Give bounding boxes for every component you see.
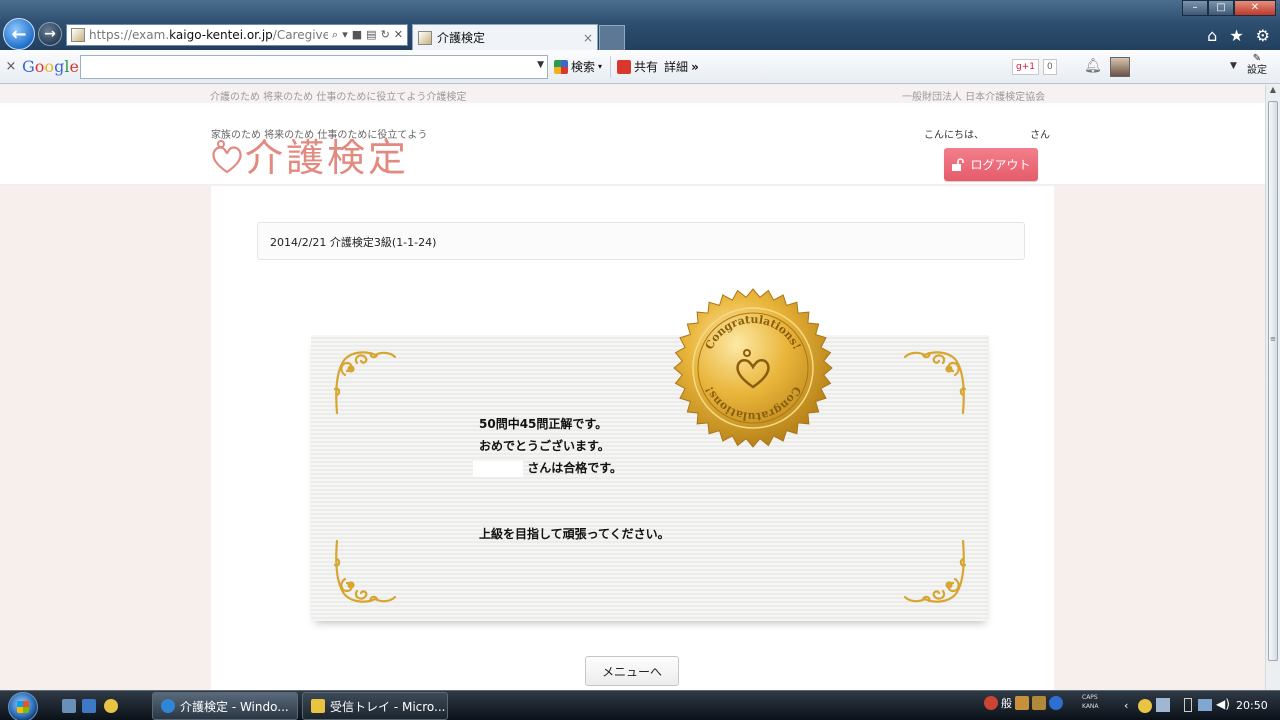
name-placeholder — [473, 460, 523, 477]
site-header: 家族のため 将来のため 仕事のために役立てよう 介護検定 こんにちは、 さん ログ… — [0, 103, 1265, 185]
scroll-thumb[interactable] — [1268, 101, 1278, 661]
chevron-down-icon[interactable]: ▼ — [537, 60, 544, 70]
tab-favicon-icon — [418, 30, 432, 45]
gold-seal-icon: Congratulations! Congratulations! — [673, 288, 833, 448]
browser-tab[interactable]: 介護検定 × — [412, 24, 598, 50]
favorites-star-icon[interactable]: ★ — [1229, 26, 1243, 45]
exam-title: 2014/2/21 介護検定3級(1-1-24) — [270, 236, 437, 249]
site-logo[interactable]: 介護検定 — [209, 136, 409, 180]
tray-app-icon[interactable] — [1015, 696, 1029, 710]
share-icon — [617, 59, 632, 74]
favicon-icon — [71, 28, 85, 42]
ornament-corner-icon — [903, 539, 967, 603]
address-url[interactable]: https://exam.kaigo-kentei.or.jp/Caregive — [89, 28, 328, 42]
window-close-button[interactable]: ✕ — [1234, 0, 1276, 16]
bell-icon[interactable]: 🔔︎ — [1084, 58, 1102, 74]
forward-button[interactable]: → — [38, 22, 62, 46]
mail-app-icon[interactable] — [104, 699, 118, 713]
certificate-message: 50問中45問正解です。 おめでとうございます。 さんは合格です。 上級を目指し… — [473, 413, 670, 545]
tab-close-button[interactable]: × — [583, 31, 597, 45]
taskbar-item-ie[interactable]: 介護検定 - Windo... — [152, 692, 298, 720]
back-button[interactable]: ← — [3, 18, 35, 50]
ornament-corner-icon — [903, 351, 967, 415]
show-desktop-icon[interactable] — [62, 699, 76, 713]
battery-icon[interactable] — [1184, 698, 1192, 712]
google-logo: Google — [22, 57, 79, 76]
logout-button[interactable]: ログアウト — [944, 148, 1038, 181]
search-g-icon — [554, 59, 568, 74]
logo-text: 介護検定 — [245, 136, 410, 180]
wrench-icon: ✎ — [1252, 53, 1262, 64]
help-icon[interactable] — [1049, 696, 1063, 710]
arrow-right-icon: → — [44, 26, 56, 42]
search-icon[interactable]: ⌕ — [332, 28, 338, 42]
tray-mail-icon[interactable] — [1138, 699, 1152, 713]
ime-icon[interactable] — [984, 696, 998, 710]
window-minimize-button[interactable]: – — [1182, 0, 1208, 16]
scroll-up-icon[interactable]: ▲ — [1266, 85, 1280, 99]
organization-name: 一般財団法人 日本介護検定協会 — [902, 92, 1046, 103]
new-tab-button[interactable] — [599, 25, 625, 50]
address-bar[interactable]: https://exam.kaigo-kentei.or.jp/Caregive… — [66, 24, 408, 46]
taskbar-item-outlook[interactable]: 受信トレイ - Micro... — [302, 692, 448, 720]
exam-title-box: 2014/2/21 介護検定3級(1-1-24) — [257, 222, 1025, 260]
start-button[interactable] — [8, 692, 38, 720]
outlook-icon — [311, 699, 325, 713]
system-tray: 般 — [984, 695, 1063, 711]
page-viewport: 介護のため 将来のため 仕事のために役立てよう介護検定 一般財団法人 日本介護検… — [0, 85, 1265, 690]
pass-line: さんは合格です。 — [473, 457, 670, 479]
taskbar: 介護検定 - Windo... 受信トレイ - Micro... 般 CAPS … — [0, 690, 1280, 720]
encourage-line: 上級を目指して頑張ってください。 — [479, 527, 670, 541]
caps-kana-indicator: CAPS KANA — [1082, 694, 1099, 710]
dropdown-icon[interactable]: ▾ — [342, 28, 348, 42]
scroll-grip-icon: ≡ — [1270, 335, 1276, 343]
tray-expand-icon[interactable]: ‹ — [1124, 699, 1128, 712]
main-content: 2014/2/21 介護検定3級(1-1-24) Congratulations… — [211, 186, 1054, 690]
browser-titlebar: ← → https://exam.kaigo-kentei.or.jp/Care… — [0, 0, 1280, 50]
search-button[interactable]: 検索 ▾ — [554, 58, 602, 75]
lock-icon[interactable]: ■ — [352, 28, 362, 42]
top-tagline: 介護のため 将来のため 仕事のために役立てよう介護検定 — [210, 92, 467, 103]
monitor-icon[interactable] — [1198, 699, 1212, 711]
top-strip: 介護のため 将来のため 仕事のために役立てよう介護検定 一般財団法人 日本介護検… — [0, 85, 1265, 103]
certificate: Congratulations! Congratulations! 50問中45… — [311, 288, 989, 621]
refresh-icon[interactable]: ↻ — [381, 28, 390, 42]
tray-app-icon[interactable] — [1032, 696, 1046, 710]
window-maximize-button[interactable]: □ — [1208, 0, 1234, 16]
gplus-button[interactable]: g+1 — [1012, 59, 1039, 75]
window-switch-icon[interactable] — [82, 699, 96, 713]
ornament-corner-icon — [333, 351, 397, 415]
volume-icon[interactable]: ◀) — [1216, 697, 1230, 711]
google-search-input[interactable]: ▼ — [80, 54, 548, 79]
network-icon[interactable] — [1156, 698, 1170, 712]
toolbar-close-button[interactable]: × — [0, 59, 22, 74]
gplus-count: 0 — [1042, 59, 1057, 75]
heart-logo-icon — [212, 140, 242, 174]
stop-icon[interactable]: ✕ — [394, 28, 403, 42]
unlock-icon — [952, 157, 965, 171]
more-button[interactable]: 詳細» — [664, 58, 699, 75]
arrow-left-icon: ← — [11, 23, 27, 45]
compat-icon[interactable]: ▤ — [366, 28, 376, 42]
tab-title: 介護検定 — [437, 31, 486, 45]
tools-gear-icon[interactable]: ⚙ — [1256, 26, 1270, 45]
ime-mode[interactable]: 般 — [1001, 695, 1012, 711]
vertical-scrollbar[interactable]: ▲ ≡ — [1265, 85, 1280, 690]
ornament-corner-icon — [333, 539, 397, 603]
score-line: 50問中45問正解です。 — [479, 417, 608, 431]
congrats-line: おめでとうございます。 — [479, 439, 610, 453]
ie-icon — [161, 699, 175, 713]
avatar[interactable] — [1110, 57, 1130, 77]
share-button[interactable]: 共有 — [617, 58, 658, 75]
settings-button[interactable]: ✎ 設定 — [1240, 53, 1274, 77]
clock[interactable]: 20:50 — [1236, 699, 1268, 712]
menu-button[interactable]: メニューへ — [585, 656, 679, 686]
home-icon[interactable]: ⌂ — [1207, 26, 1217, 45]
user-greeting: こんにちは、 さん — [924, 130, 1050, 141]
chevron-down-icon[interactable]: ▼ — [1230, 61, 1237, 71]
